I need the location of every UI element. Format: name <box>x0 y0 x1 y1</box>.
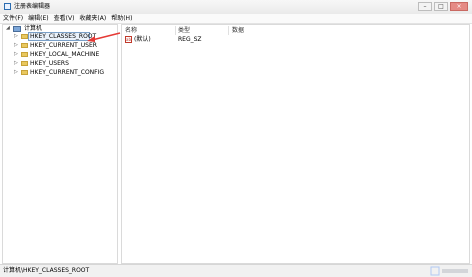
expand-arrow-icon[interactable]: ▷ <box>14 52 19 57</box>
registry-tree-pane[interactable]: ◢ 计算机 ▷ HKEY_CLASSES_ROOT ▷ HKEY_CURRENT… <box>2 24 118 264</box>
menu-favorites[interactable]: 收藏夹(A) <box>79 14 111 23</box>
value-row-type[interactable]: REG_SZ <box>178 36 202 44</box>
tree-item-hkey-current-config[interactable]: HKEY_CURRENT_CONFIG <box>30 69 104 77</box>
column-header-type[interactable]: 类型 <box>178 27 190 35</box>
regedit-app-icon <box>4 3 11 10</box>
expand-arrow-icon[interactable]: ▷ <box>14 61 19 66</box>
status-bar: 计算机\HKEY_CLASSES_ROOT <box>0 264 472 277</box>
menu-bar: 文件(F) 编辑(E) 查看(V) 收藏夹(A) 帮助(H) <box>0 14 472 24</box>
close-button[interactable]: × <box>450 2 468 11</box>
tree-item-hkey-local-machine[interactable]: HKEY_LOCAL_MACHINE <box>30 51 99 59</box>
watermark-logo <box>430 266 468 276</box>
folder-icon <box>21 34 28 39</box>
maximize-button[interactable]: □ <box>434 2 448 11</box>
window-controls: – □ × <box>418 2 468 11</box>
expand-arrow-icon[interactable]: ▷ <box>14 70 19 75</box>
collapse-arrow-icon[interactable]: ◢ <box>6 26 11 31</box>
expand-arrow-icon[interactable]: ▷ <box>14 43 19 48</box>
registry-values-pane[interactable]: 名称 类型 数据 ab (默认) REG_SZ <box>121 24 470 264</box>
column-header-name[interactable]: 名称 <box>125 27 137 35</box>
minimize-button[interactable]: – <box>418 2 432 11</box>
tree-item-hkey-users[interactable]: HKEY_USERS <box>30 60 69 68</box>
menu-edit[interactable]: 编辑(E) <box>28 14 53 23</box>
status-path: 计算机\HKEY_CLASSES_ROOT <box>3 267 90 274</box>
expand-arrow-icon[interactable]: ▷ <box>14 34 19 39</box>
folder-icon <box>21 61 28 66</box>
window-title: 注册表编辑器 <box>14 3 51 10</box>
folder-icon <box>21 52 28 57</box>
menu-file[interactable]: 文件(F) <box>3 14 28 23</box>
column-divider[interactable] <box>175 26 176 35</box>
title-bar: 注册表编辑器 – □ × <box>0 0 472 14</box>
string-value-icon: ab <box>125 36 132 43</box>
menu-help[interactable]: 帮助(H) <box>111 14 137 23</box>
annotation-arrow <box>87 32 121 42</box>
folder-icon <box>21 70 28 75</box>
computer-icon <box>13 26 21 32</box>
column-divider[interactable] <box>228 26 229 35</box>
column-header-data[interactable]: 数据 <box>232 27 244 35</box>
value-row-name[interactable]: (默认) <box>134 36 151 44</box>
folder-icon <box>21 43 28 48</box>
tree-item-hkey-current-user[interactable]: HKEY_CURRENT_USER <box>30 42 97 50</box>
menu-view[interactable]: 查看(V) <box>54 14 80 23</box>
